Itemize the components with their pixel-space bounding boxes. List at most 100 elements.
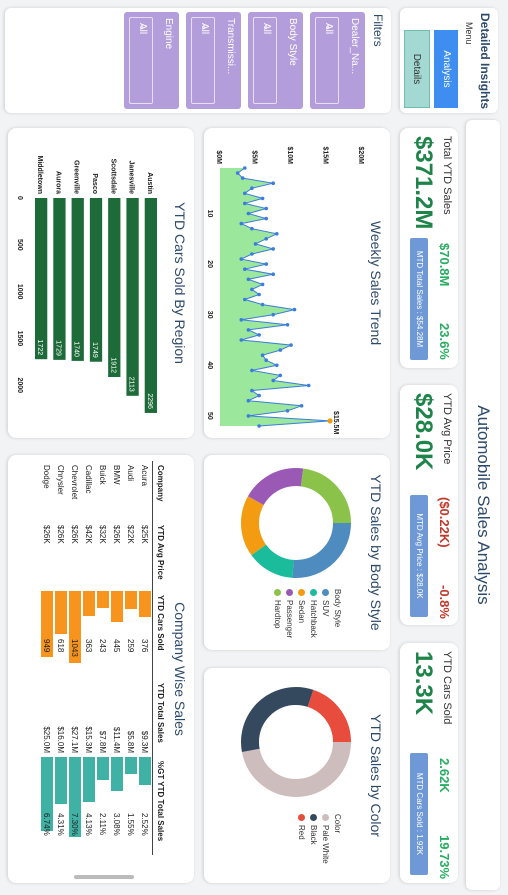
legend-item[interactable]: Hatchback: [309, 589, 318, 649]
y-tick-label: $15M: [322, 146, 329, 164]
body-style-filter-dropdown[interactable]: All ⌄: [253, 17, 277, 104]
col-total-sales[interactable]: YTD Total Sales: [152, 679, 168, 757]
cell-cars-sold: 243: [96, 591, 110, 679]
weekly-point: [239, 338, 244, 342]
cell-company: Buick: [98, 465, 108, 485]
legend-swatch: [322, 589, 329, 596]
weekly-point: [257, 333, 261, 337]
weekly-point: [239, 221, 244, 226]
weekly-point: [271, 247, 275, 251]
cell-total-sales: $11.4M: [112, 726, 122, 753]
legend-item[interactable]: Red: [297, 814, 306, 879]
region-bar: [35, 198, 48, 360]
region-bar-value: 1722: [36, 340, 43, 356]
body-style-filter[interactable]: Body Style All ⌄: [248, 12, 303, 109]
legend-label: Hatchback: [309, 600, 318, 638]
table-row[interactable]: BMW $26K 445 $11.4M 3.08%: [110, 461, 124, 855]
table-row[interactable]: Acura $25K 376 $9.3M 2.52%: [138, 461, 153, 855]
chevron-down-icon: ⌄: [323, 23, 334, 32]
weekly-point: [257, 393, 261, 398]
kpi-yoy: 23.6%: [437, 323, 452, 360]
pct-value: 4.31%: [56, 813, 66, 836]
region-bar-value: 2113: [128, 377, 135, 392]
dashboard-canvas: Detailed Insights Menu Analysis Details …: [0, 0, 508, 895]
weekly-point: [243, 201, 247, 206]
weekly-point: [271, 312, 275, 317]
chevron-down-icon: ⌄: [199, 23, 210, 32]
legend-swatch: [322, 814, 329, 821]
weekly-point: [278, 373, 283, 378]
cell-avg-price: $26K: [56, 525, 66, 544]
dealer-filter[interactable]: Dealer_Na... All ⌄: [310, 12, 365, 109]
cell-pct: 6.74%: [40, 757, 54, 855]
col-avg-price[interactable]: YTD Avg Price: [152, 521, 168, 591]
cell-total-sales: $5.8M: [126, 730, 136, 753]
legend-swatch: [298, 589, 305, 596]
transmission-filter-dropdown[interactable]: All ⌄: [191, 17, 215, 104]
table-row[interactable]: Cadillac $42K 363 $15.3M 4.13%: [82, 461, 96, 855]
legend-item[interactable]: Sedan: [297, 589, 306, 649]
legend-item[interactable]: Passenger: [285, 589, 294, 649]
company-table: Company YTD Avg Price YTD Cars Sold YTD …: [40, 461, 168, 855]
weekly-point: [260, 196, 265, 201]
cell-total-sales: $7.8M: [98, 730, 108, 753]
col-pct[interactable]: %GT YTD Total Sales: [152, 757, 168, 855]
legend-item[interactable]: Black: [309, 814, 318, 879]
kpi-label: YTD Cars Sold: [441, 651, 453, 725]
weekly-point: [253, 242, 258, 246]
weekly-point: [250, 287, 254, 292]
region-bar: [108, 198, 121, 377]
pct-value: 2.11%: [98, 813, 108, 836]
pct-value: 4.13%: [84, 813, 94, 836]
table-scrollbar[interactable]: [74, 875, 134, 879]
x-tick-label: 1000: [16, 284, 23, 300]
engine-filter-dropdown[interactable]: All ⌄: [129, 17, 153, 104]
table-row[interactable]: Audi $22K 259 $5.8M 1.55%: [124, 461, 138, 855]
legend-item[interactable]: Pale White: [321, 814, 330, 879]
table-row[interactable]: Buick $32K 243 $7.8M 2.11%: [96, 461, 110, 855]
col-cars-sold[interactable]: YTD Cars Sold: [152, 591, 168, 679]
body-style-card: YTD Sales by Body Style Body Style SUV Ha…: [204, 455, 390, 650]
legend-item[interactable]: SUV: [321, 589, 330, 649]
dealer-filter-dropdown[interactable]: All ⌄: [315, 17, 339, 104]
engine-filter[interactable]: Engine All ⌄: [124, 12, 179, 109]
body-style-legend: Body Style SUV Hatchback Sedan Passenger Har…: [270, 589, 342, 649]
weekly-point: [250, 186, 254, 191]
menu-label: Menu: [464, 22, 474, 45]
pct-bar: [55, 757, 67, 805]
weekly-point: [239, 257, 244, 261]
company-table-wrap: Company YTD Avg Price YTD Cars Sold YTD …: [40, 461, 168, 855]
x-tick-label: 10: [206, 210, 213, 218]
legend-swatch: [310, 814, 317, 821]
cell-company: BMW: [112, 465, 122, 485]
region-bar: [53, 198, 66, 360]
weekly-point: [250, 368, 254, 373]
weekly-point: [246, 414, 251, 418]
nav-details-button[interactable]: Details: [404, 30, 430, 108]
transmission-filter[interactable]: Transmissi... All ⌄: [186, 12, 241, 109]
region-bar-chart: Austin 2296 Janesville 2113 Scottsdale 1912 Pa…: [16, 156, 157, 413]
region-bar-value: 2296: [146, 393, 153, 409]
weekly-point: [246, 328, 251, 332]
sidebar-header: Detailed Insights Menu Analysis Details: [400, 8, 498, 113]
pct-bar: [125, 757, 137, 774]
nav-analysis-button[interactable]: Analysis: [434, 30, 458, 108]
table-row[interactable]: Dodge $26K 949 $25.0M 6.74%: [40, 461, 54, 855]
table-row[interactable]: Chevrolet $26K 1043 $27.1M 7.30%: [68, 461, 82, 855]
legend-item[interactable]: Hardtop: [273, 589, 282, 649]
weekly-point: [243, 191, 247, 196]
weekly-point: [275, 232, 279, 236]
kpi-mtd-box: MTD Total Sales : $54.28M: [410, 238, 428, 360]
table-row[interactable]: Chrysler $26K 618 $16.0M 4.31%: [54, 461, 68, 855]
weekly-point: [243, 297, 247, 302]
cell-avg-price: $32K: [98, 525, 108, 544]
region-category-label: Aurora: [54, 171, 61, 194]
chevron-down-icon: ⌄: [137, 23, 148, 32]
cell-cars-sold: 1043: [68, 591, 82, 679]
cars-sold-bar: [111, 591, 123, 622]
cell-avg-price: $22K: [126, 525, 136, 544]
kpi-label: Total YTD Sales: [441, 136, 453, 215]
col-company[interactable]: Company: [152, 461, 168, 521]
region-bar-value: 1749: [91, 342, 98, 358]
filters-title: Filters: [371, 14, 385, 47]
